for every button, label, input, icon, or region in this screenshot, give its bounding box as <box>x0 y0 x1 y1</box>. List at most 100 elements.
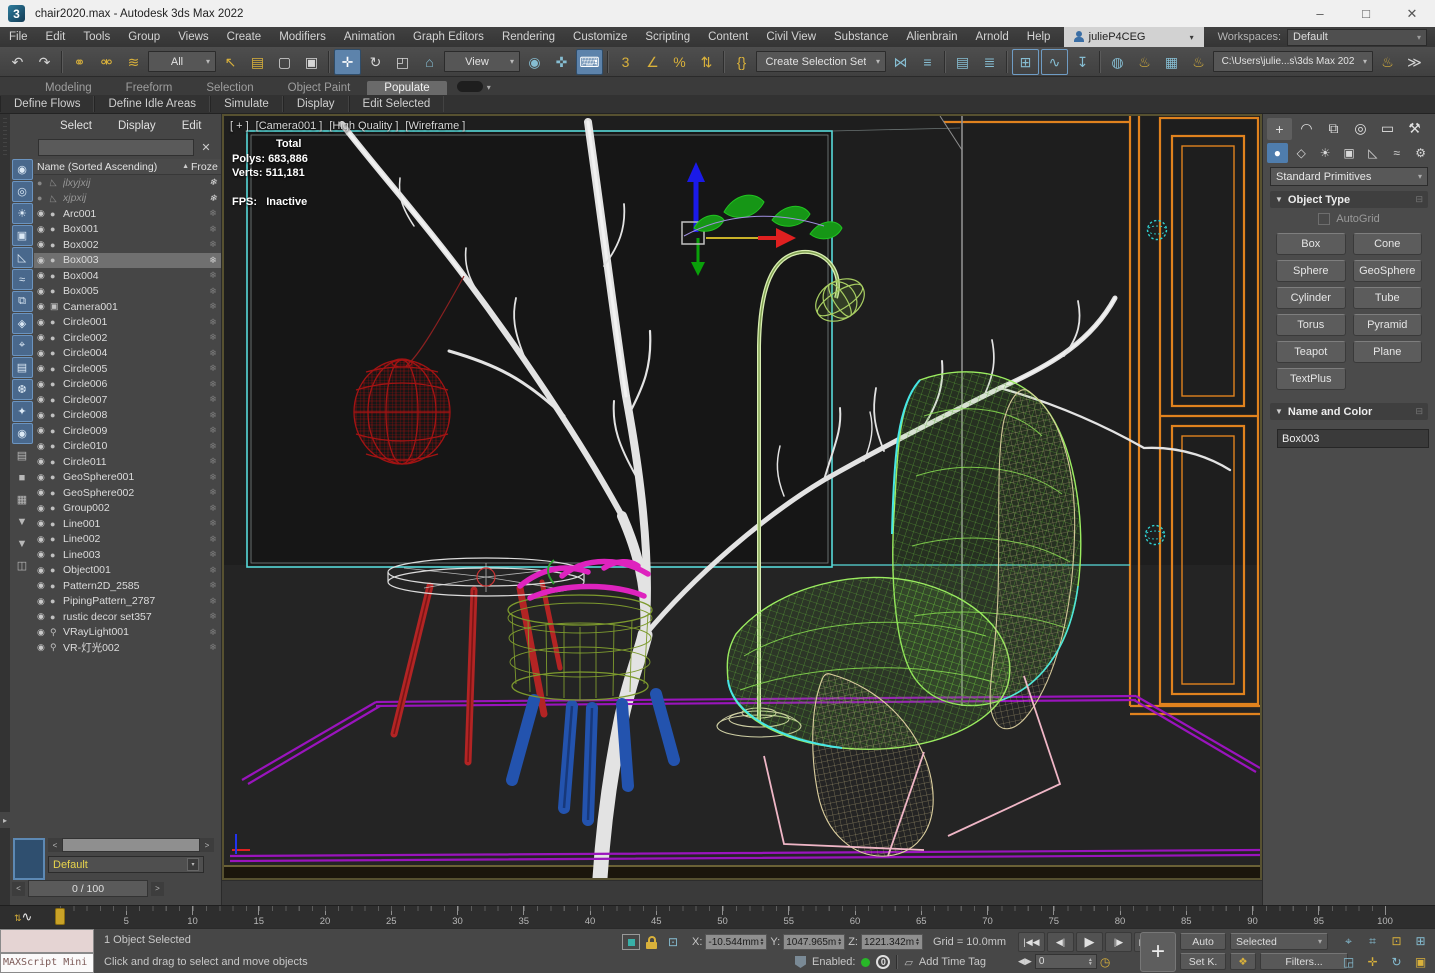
zoom-extents-all-icon[interactable]: ⊞ <box>1410 932 1431 950</box>
horizontal-scrollbar[interactable]: < > <box>48 838 214 852</box>
menu-item[interactable]: File <box>0 28 37 47</box>
frozen-snowflake-icon[interactable]: ❄ <box>205 332 221 343</box>
go-to-start-button[interactable]: |◀◀ <box>1018 932 1045 952</box>
select-by-name-icon[interactable]: ▤ <box>245 50 270 74</box>
timeline-segment[interactable]: 10 <box>126 906 198 928</box>
visibility-eye-icon[interactable]: ◉ <box>37 425 50 436</box>
visibility-eye-icon[interactable]: ● <box>37 178 50 188</box>
current-frame-field[interactable]: 0 ▲ ▼ <box>1034 954 1097 969</box>
selected-key-set-dropdown[interactable]: Selected ▾ <box>1230 933 1328 950</box>
list-item[interactable]: ◉ ● Circle011 ❄ <box>34 454 221 470</box>
timeline-segment[interactable]: 100 <box>1318 906 1393 928</box>
frozen-snowflake-icon[interactable]: ❄ <box>205 534 221 545</box>
frozen-snowflake-icon[interactable]: ❄ <box>205 317 221 328</box>
visibility-eye-icon[interactable]: ◉ <box>37 565 50 576</box>
select-and-move-icon[interactable]: ✛ <box>334 48 361 75</box>
frozen-snowflake-icon[interactable]: ❄ <box>205 487 221 498</box>
menu-item[interactable]: Group <box>119 28 169 47</box>
timeline-segment[interactable]: 60 <box>788 906 860 928</box>
frozen-snowflake-icon[interactable]: ❄ <box>205 596 221 607</box>
autogrid-checkbox[interactable] <box>1318 213 1331 225</box>
list-item[interactable]: ◉ ● GeoSphere001 ❄ <box>34 470 221 486</box>
object-type-button[interactable]: Tube <box>1352 287 1422 309</box>
visibility-eye-icon[interactable]: ◉ <box>37 441 50 452</box>
rail-display-geometry-icon[interactable]: ◉ <box>11 159 33 180</box>
percent-snap-toggle-icon[interactable]: % <box>667 50 692 74</box>
visibility-eye-icon[interactable]: ● <box>37 193 50 203</box>
ribbon-tab[interactable]: Modeling <box>28 81 109 95</box>
render-production-icon[interactable]: ♨ <box>1186 50 1211 74</box>
rail-display-particles-icon[interactable]: ✦ <box>11 401 33 422</box>
frame-back-arrow[interactable]: < <box>12 881 25 896</box>
maxscript-mini-listener[interactable]: MAXScript Mini <box>0 953 94 973</box>
visibility-eye-icon[interactable]: ◉ <box>37 596 50 607</box>
rollout-pin-icon[interactable]: ⊟ <box>1415 194 1423 205</box>
lights-category-icon[interactable]: ☀ <box>1315 143 1336 163</box>
bind-to-space-warp-icon[interactable]: ≋ <box>121 50 146 74</box>
frozen-snowflake-icon[interactable]: ❄ <box>205 642 221 653</box>
frozen-snowflake-icon[interactable]: ❄ <box>205 379 221 390</box>
snaps-toggle-3d-icon[interactable]: 3 <box>613 50 638 74</box>
list-item[interactable]: ◉ ● Circle004 ❄ <box>34 346 221 362</box>
timeline-segment[interactable]: 45 <box>590 906 662 928</box>
list-item[interactable]: ◉ ● Box001 ❄ <box>34 222 221 238</box>
menu-item[interactable]: Views <box>169 28 217 47</box>
active-layer-dropdown[interactable]: Default ▾ <box>48 856 204 873</box>
object-name-field[interactable] <box>1277 429 1429 448</box>
rail-display-containers-icon[interactable]: ▤ <box>11 357 33 378</box>
name-column-header[interactable]: Name (Sorted Ascending) <box>37 161 180 173</box>
visibility-eye-icon[interactable]: ◉ <box>37 332 50 343</box>
object-type-button[interactable]: Teapot <box>1276 341 1346 363</box>
clear-search-icon[interactable]: ✕ <box>199 141 213 154</box>
list-item[interactable]: ◉ ● Circle008 ❄ <box>34 408 221 424</box>
viewport-label-part[interactable]: [ + ] <box>230 120 249 132</box>
render-setup-icon[interactable]: ♨ <box>1132 50 1157 74</box>
frozen-column-header[interactable]: Froze <box>191 161 221 173</box>
rail-display-frozen-icon[interactable]: ❆ <box>11 379 33 400</box>
rail-box-mode-icon[interactable]: ◫ <box>12 555 33 576</box>
add-time-tag[interactable]: Add Time Tag <box>919 956 986 968</box>
timeline-segment[interactable]: 40 <box>523 906 595 928</box>
shapes-category-icon[interactable]: ◇ <box>1291 143 1312 163</box>
list-item[interactable]: ◉ ● Group002 ❄ <box>34 501 221 517</box>
helpers-category-icon[interactable]: ◺ <box>1362 143 1383 163</box>
object-type-button[interactable]: Cone <box>1352 233 1422 255</box>
menu-item[interactable]: Create <box>218 28 271 47</box>
rail-display-xrefs-icon[interactable]: ◈ <box>11 313 33 334</box>
selection-filter-dropdown[interactable]: All ▾ <box>148 51 216 72</box>
undo-icon[interactable]: ↶ <box>5 50 30 74</box>
frozen-snowflake-icon[interactable]: ❄ <box>205 425 221 436</box>
list-item[interactable]: ◉ ● Box003 ❄ <box>34 252 221 268</box>
orbit-icon[interactable]: ↻ <box>1386 953 1407 971</box>
zoom-icon[interactable]: ⌖ <box>1338 932 1359 950</box>
angle-snap-toggle-icon[interactable]: ∠ <box>640 50 665 74</box>
scroll-right-arrow[interactable]: > <box>200 838 214 852</box>
curve-editor-icon[interactable]: ∿ <box>1041 48 1068 75</box>
list-item[interactable]: ◉ ● Circle002 ❄ <box>34 330 221 346</box>
frozen-snowflake-icon[interactable]: ❄ <box>205 224 221 235</box>
list-item[interactable]: ◉ ● Box002 ❄ <box>34 237 221 253</box>
list-item[interactable]: ◉ ● Circle010 ❄ <box>34 439 221 455</box>
list-item[interactable]: ● ◺ xjpxij ❄ <box>34 191 221 207</box>
visibility-eye-icon[interactable]: ◉ <box>37 224 50 235</box>
visibility-eye-icon[interactable]: ◉ <box>37 394 50 405</box>
dope-sheet-icon[interactable]: ↧ <box>1070 50 1095 74</box>
menu-item[interactable]: Graph Editors <box>404 28 493 47</box>
frozen-snowflake-icon[interactable]: ❄ <box>205 627 221 638</box>
next-frame-button[interactable]: |▶ <box>1105 932 1132 952</box>
mirror-icon[interactable]: ⋈ <box>888 50 913 74</box>
rendered-frame-window-icon[interactable]: ▦ <box>1159 50 1184 74</box>
explorer-menu-item[interactable]: Display <box>118 120 156 132</box>
play-button[interactable]: ▶ <box>1076 932 1103 952</box>
timeline-segment[interactable]: 5 <box>60 906 129 928</box>
select-object-icon[interactable]: ↖ <box>218 50 243 74</box>
rail-display-shapes-icon[interactable]: ◎ <box>11 181 33 202</box>
timeline-segment[interactable]: 65 <box>855 906 927 928</box>
list-item[interactable]: ● ◺ jlxyjxij ❄ <box>34 175 221 191</box>
menu-item[interactable]: Tools <box>74 28 119 47</box>
explorer-menu-item[interactable]: Edit <box>182 120 202 132</box>
key-filters-icon[interactable]: ❖ <box>1230 953 1256 970</box>
visibility-eye-icon[interactable]: ◉ <box>37 255 50 266</box>
rollout-pin-icon[interactable]: ⊟ <box>1415 406 1423 417</box>
timeline-segment[interactable]: 30 <box>391 906 463 928</box>
